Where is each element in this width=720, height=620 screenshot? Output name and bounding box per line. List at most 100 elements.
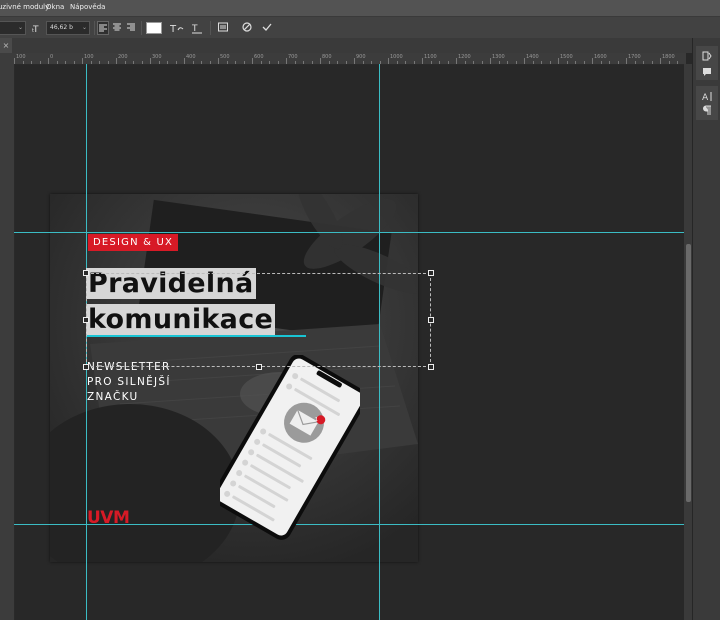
ruler-label: 1400 (526, 54, 539, 60)
ruler-tick (405, 61, 406, 64)
align-left-icon[interactable] (97, 21, 109, 35)
ruler-tick (201, 61, 202, 64)
ruler-tick (320, 58, 321, 64)
notification-badge: 1 (315, 417, 318, 423)
menu-window[interactable]: Okna (46, 3, 64, 11)
guide-horizontal-top[interactable] (14, 232, 684, 233)
svg-text:T: T (170, 24, 177, 35)
ruler-tick (456, 58, 457, 64)
ruler-tick (269, 61, 270, 64)
ruler-label: 1700 (628, 54, 641, 60)
ruler-tick (226, 61, 228, 64)
ruler-tick (541, 61, 542, 64)
ruler-tick (396, 61, 398, 64)
ruler-tick (507, 61, 508, 64)
ruler-label: 600 (254, 54, 264, 60)
ruler-tick (48, 58, 49, 64)
ruler-label: 900 (356, 54, 366, 60)
menu-plugins[interactable]: uzivné moduly (0, 3, 49, 11)
ruler-tick (99, 61, 100, 64)
ruler-tick (277, 61, 279, 64)
align-center-icon[interactable] (111, 21, 123, 35)
ruler-tick (447, 61, 449, 64)
ruler-tick (362, 61, 364, 64)
text-orientation-icon[interactable]: T (190, 21, 204, 35)
ruler-tick (643, 61, 644, 64)
right-panel-dock: A (692, 38, 720, 620)
ruler-label: 400 (186, 54, 196, 60)
text-bounding-box[interactable] (86, 273, 431, 367)
ruler-tick (184, 58, 185, 64)
uvm-logo: UVM (87, 508, 130, 528)
phone-mockup[interactable]: 1 (212, 354, 368, 540)
ruler-tick (31, 61, 32, 64)
ruler-tick (439, 61, 440, 64)
ruler-tick (524, 58, 525, 64)
font-style-dropdown[interactable]: ⌄ (0, 21, 26, 35)
ruler-tick (303, 61, 304, 64)
ruler-tick (116, 58, 117, 64)
ruler-tick (243, 61, 245, 64)
history-icon[interactable] (699, 50, 715, 65)
ruler-tick (626, 58, 627, 64)
align-right-icon[interactable] (125, 21, 137, 35)
close-tab-icon[interactable]: × (0, 38, 12, 53)
ruler-tick (668, 61, 670, 64)
comment-icon[interactable] (699, 66, 715, 81)
ruler-tick (532, 61, 534, 64)
menu-bar: uzivné moduly Okna Nápověda (0, 0, 720, 16)
ruler-tick (260, 61, 262, 64)
ruler-tick (634, 61, 636, 64)
resize-handle-top-left[interactable] (83, 270, 89, 276)
ruler-tick (413, 61, 415, 64)
ruler-tick (22, 61, 24, 64)
ruler-tick (286, 58, 287, 64)
ruler-tick (209, 61, 211, 64)
svg-text:A: A (702, 93, 709, 102)
ruler-tick (167, 61, 168, 64)
ruler-tick (294, 61, 296, 64)
scrollbar-thumb[interactable] (686, 244, 691, 502)
ruler-label: 800 (322, 54, 332, 60)
ruler-tick (192, 61, 194, 64)
ruler-label: 1500 (560, 54, 573, 60)
resize-handle-bottom-left[interactable] (83, 364, 89, 370)
subtitle-line: ZNAČKU (87, 391, 139, 403)
character-icon[interactable]: A (699, 90, 715, 105)
ruler-tick (14, 58, 15, 64)
ruler-tick (150, 58, 151, 64)
ruler-tick (39, 61, 41, 64)
ruler-label: 300 (152, 54, 162, 60)
character-panel-icon[interactable] (216, 21, 230, 35)
ruler-tick (549, 61, 551, 64)
text-color-swatch[interactable] (146, 22, 162, 34)
commit-icon[interactable] (260, 21, 274, 35)
ruler-tick (107, 61, 109, 64)
ruler-label: 1100 (424, 54, 437, 60)
category-tag[interactable]: DESIGN & UX (88, 234, 179, 251)
resize-handle-middle-right[interactable] (428, 317, 434, 323)
resize-handle-bottom-right[interactable] (428, 364, 434, 370)
font-size-field[interactable]: 46,62 b ⌄ (46, 21, 90, 35)
paragraph-icon[interactable] (699, 104, 715, 119)
ruler-tick (56, 61, 58, 64)
ruler-tick (252, 58, 253, 64)
ruler-label: 100 (16, 54, 26, 60)
warp-text-icon[interactable]: T (169, 21, 184, 35)
ruler-tick (124, 61, 126, 64)
ruler-tick (498, 61, 500, 64)
ruler-tick (73, 61, 75, 64)
ruler-tick (609, 61, 610, 64)
ruler-tick (566, 61, 568, 64)
menu-help[interactable]: Nápověda (70, 3, 105, 11)
resize-handle-top-right[interactable] (428, 270, 434, 276)
ruler-tick (82, 58, 83, 64)
ruler-tick (481, 61, 483, 64)
cancel-icon[interactable] (240, 21, 254, 35)
ruler-label: 0 (50, 54, 54, 60)
resize-handle-bottom-center[interactable] (256, 364, 262, 370)
resize-handle-middle-left[interactable] (83, 317, 89, 323)
chevron-down-icon: ⌄ (81, 24, 87, 31)
horizontal-ruler: 100 0 100 200 300 400 500 600 700 800 900 1000 1100 1… (14, 53, 686, 65)
ruler-tick (490, 58, 491, 64)
